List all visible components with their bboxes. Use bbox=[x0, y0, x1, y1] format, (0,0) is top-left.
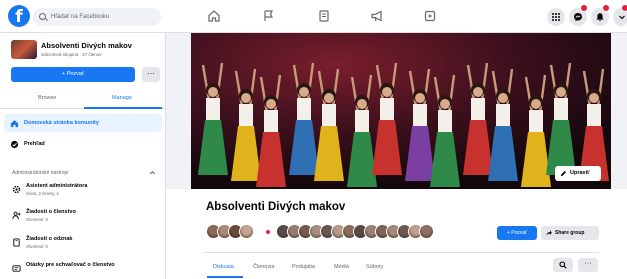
search-icon bbox=[559, 261, 567, 269]
cover-image bbox=[191, 33, 611, 189]
sidebar-item-overview[interactable]: Prehľad bbox=[4, 135, 162, 153]
admin-item-subtitle: včera, 2 zmeny, 2 bbox=[26, 191, 59, 196]
tab-browse[interactable]: Browse bbox=[38, 95, 56, 101]
flag-icon[interactable] bbox=[262, 9, 276, 23]
admin-item-title: Žiadosti o odznak bbox=[26, 236, 73, 242]
questions-icon bbox=[12, 265, 21, 272]
group-thumbnail[interactable] bbox=[11, 40, 37, 59]
sidebar-item-label: Prehľad bbox=[24, 141, 45, 147]
edit-cover-label: Upraviť bbox=[570, 170, 590, 176]
tab-files[interactable]: Súbory bbox=[366, 264, 383, 270]
tab-members[interactable]: Členovia bbox=[253, 264, 274, 270]
group-meta: Súkromná skupina · 27 členov bbox=[41, 52, 102, 57]
tab-events[interactable]: Podujatia bbox=[292, 264, 315, 270]
admin-item-title: Asistent administrátora bbox=[26, 183, 88, 189]
admin-item-title: Otázky pre schvaľovač o členstvo bbox=[26, 262, 115, 268]
tab-discussion[interactable]: Diskusia bbox=[213, 264, 234, 270]
grid-icon[interactable] bbox=[547, 8, 565, 26]
tab-media[interactable]: Médiá bbox=[334, 264, 349, 270]
tab-active-indicator bbox=[207, 276, 243, 278]
more-group-options-button[interactable]: ··· bbox=[578, 258, 598, 272]
admin-item-title: Žiadosti o členstvo bbox=[26, 209, 76, 215]
separator-dot bbox=[266, 230, 270, 234]
admin-item-subtitle: Otvorené: 0 bbox=[26, 217, 48, 222]
search-group-button[interactable] bbox=[553, 258, 573, 272]
megaphone-icon[interactable] bbox=[370, 9, 384, 23]
share-icon bbox=[546, 230, 552, 236]
cover-photo bbox=[191, 33, 611, 189]
more-options-button[interactable]: ··· bbox=[142, 67, 160, 82]
admin-item-subtitle: Otvorené: 0 bbox=[26, 244, 48, 249]
account-badge bbox=[621, 4, 627, 12]
overview-icon bbox=[10, 140, 19, 149]
divider bbox=[205, 252, 599, 253]
sidebar: Absolventi Divých makov Súkromná skupina… bbox=[0, 33, 166, 279]
search-icon bbox=[39, 13, 46, 20]
group-title: Absolventi Divých makov bbox=[206, 201, 346, 213]
sidebar-tabs: Browse Manage bbox=[0, 91, 166, 109]
chevron-up-icon[interactable] bbox=[148, 168, 157, 177]
home-icon[interactable] bbox=[207, 9, 221, 23]
home-icon bbox=[10, 120, 19, 128]
tab-active-indicator bbox=[84, 107, 162, 109]
badge-icon bbox=[13, 238, 20, 247]
share-group-label: Share group bbox=[555, 230, 585, 236]
marketplace-icon[interactable] bbox=[423, 9, 437, 23]
messenger-badge bbox=[580, 4, 588, 12]
notifications-badge bbox=[602, 4, 610, 12]
group-name[interactable]: Absolventi Divých makov bbox=[41, 41, 132, 50]
sidebar-item-community-home[interactable]: Domovská stránka komunity bbox=[4, 114, 162, 132]
search-input[interactable]: Hľadať na Facebooku bbox=[33, 8, 161, 26]
section-admin-tools: Administrátorské nástroje bbox=[12, 170, 69, 176]
gear-icon bbox=[12, 185, 21, 194]
tab-manage[interactable]: Manage bbox=[112, 95, 132, 101]
invite-button[interactable]: + Pozvať bbox=[11, 67, 135, 82]
search-placeholder: Hľadať na Facebooku bbox=[51, 14, 110, 20]
invite-members-button[interactable]: + Pozvať bbox=[497, 226, 537, 240]
pages-icon[interactable] bbox=[317, 9, 331, 23]
add-person-icon bbox=[12, 211, 21, 220]
top-navigation-bar: f Hľadať na Facebooku bbox=[0, 0, 627, 33]
member-avatar[interactable] bbox=[239, 224, 254, 239]
edit-cover-button[interactable]: Upraviť bbox=[555, 166, 601, 181]
member-avatar[interactable] bbox=[419, 224, 434, 239]
facebook-logo[interactable]: f bbox=[8, 5, 30, 27]
sidebar-item-label: Domovská stránka komunity bbox=[24, 120, 99, 126]
pencil-icon bbox=[560, 171, 566, 177]
share-group-button[interactable]: Share group bbox=[541, 226, 599, 240]
